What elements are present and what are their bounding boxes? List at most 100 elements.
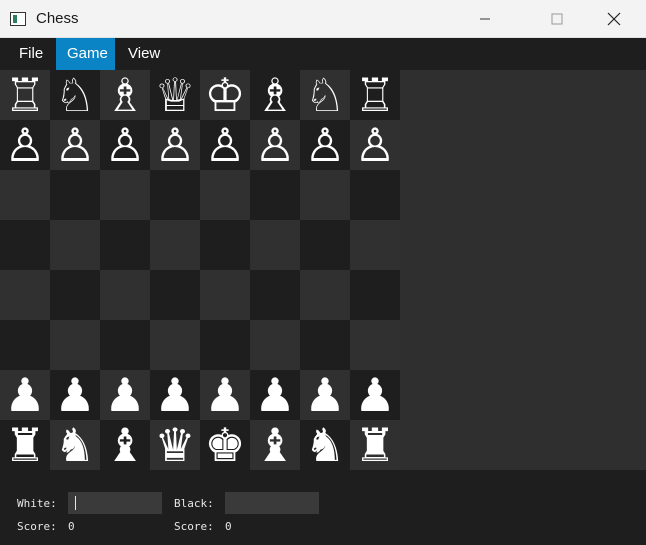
chess-piece[interactable]: ♟ bbox=[54, 370, 95, 420]
square-h6[interactable] bbox=[350, 170, 400, 220]
square-g2[interactable]: ♟ bbox=[300, 370, 350, 420]
chess-piece[interactable]: ♟ bbox=[104, 370, 145, 420]
square-g7[interactable]: ♙ bbox=[300, 120, 350, 170]
square-g4[interactable] bbox=[300, 270, 350, 320]
square-g1[interactable]: ♞ bbox=[300, 420, 350, 470]
square-a4[interactable] bbox=[0, 270, 50, 320]
chess-piece[interactable]: ♟ bbox=[304, 370, 345, 420]
chess-piece[interactable]: ♗ bbox=[254, 70, 295, 120]
square-e5[interactable] bbox=[200, 220, 250, 270]
chess-piece[interactable]: ♟ bbox=[204, 370, 245, 420]
square-b8[interactable]: ♘ bbox=[50, 70, 100, 120]
square-e8[interactable]: ♔ bbox=[200, 70, 250, 120]
square-a3[interactable] bbox=[0, 320, 50, 370]
square-h8[interactable]: ♖ bbox=[350, 70, 400, 120]
square-d7[interactable]: ♙ bbox=[150, 120, 200, 170]
square-a7[interactable]: ♙ bbox=[0, 120, 50, 170]
square-e2[interactable]: ♟ bbox=[200, 370, 250, 420]
square-g5[interactable] bbox=[300, 220, 350, 270]
square-a6[interactable] bbox=[0, 170, 50, 220]
square-f1[interactable]: ♝ bbox=[250, 420, 300, 470]
chess-piece[interactable]: ♞ bbox=[54, 420, 95, 470]
square-f7[interactable]: ♙ bbox=[250, 120, 300, 170]
square-d1[interactable]: ♛ bbox=[150, 420, 200, 470]
chess-board[interactable]: ♖ ♘ ♗ ♕ ♔ ♗ ♘ ♖ ♙ ♙ ♙ ♙ ♙ ♙ ♙ ♙ ♟ ♟ ♟ ♟ ♟ ♟ ♟ ♟ ♜ ♞ ♝ ♛ ♚ ♝ ♞ ♜ bbox=[0, 70, 400, 470]
chess-piece[interactable]: ♕ bbox=[154, 70, 195, 120]
square-g6[interactable] bbox=[300, 170, 350, 220]
square-b6[interactable] bbox=[50, 170, 100, 220]
chess-piece[interactable]: ♚ bbox=[204, 420, 245, 470]
chess-piece[interactable]: ♙ bbox=[4, 120, 45, 170]
square-e3[interactable] bbox=[200, 320, 250, 370]
square-f2[interactable]: ♟ bbox=[250, 370, 300, 420]
square-c7[interactable]: ♙ bbox=[100, 120, 150, 170]
square-f6[interactable] bbox=[250, 170, 300, 220]
close-button[interactable] bbox=[591, 0, 637, 38]
square-b2[interactable]: ♟ bbox=[50, 370, 100, 420]
square-f8[interactable]: ♗ bbox=[250, 70, 300, 120]
menu-game[interactable]: Game bbox=[56, 38, 115, 70]
square-b1[interactable]: ♞ bbox=[50, 420, 100, 470]
square-a8[interactable]: ♖ bbox=[0, 70, 50, 120]
square-a2[interactable]: ♟ bbox=[0, 370, 50, 420]
chess-piece[interactable]: ♛ bbox=[154, 420, 195, 470]
square-h3[interactable] bbox=[350, 320, 400, 370]
chess-piece[interactable]: ♘ bbox=[54, 70, 95, 120]
white-player-input[interactable] bbox=[68, 492, 162, 514]
square-c4[interactable] bbox=[100, 270, 150, 320]
chess-piece[interactable]: ♟ bbox=[354, 370, 395, 420]
chess-piece[interactable]: ♙ bbox=[304, 120, 345, 170]
chess-piece[interactable]: ♔ bbox=[204, 70, 245, 120]
black-player-input[interactable] bbox=[225, 492, 319, 514]
square-b5[interactable] bbox=[50, 220, 100, 270]
square-b7[interactable]: ♙ bbox=[50, 120, 100, 170]
square-d3[interactable] bbox=[150, 320, 200, 370]
menu-file[interactable]: File bbox=[8, 38, 54, 70]
chess-piece[interactable]: ♗ bbox=[104, 70, 145, 120]
square-c3[interactable] bbox=[100, 320, 150, 370]
chess-piece[interactable]: ♙ bbox=[354, 120, 395, 170]
square-e7[interactable]: ♙ bbox=[200, 120, 250, 170]
square-d2[interactable]: ♟ bbox=[150, 370, 200, 420]
square-g3[interactable] bbox=[300, 320, 350, 370]
square-c8[interactable]: ♗ bbox=[100, 70, 150, 120]
chess-piece[interactable]: ♟ bbox=[154, 370, 195, 420]
square-a1[interactable]: ♜ bbox=[0, 420, 50, 470]
square-d4[interactable] bbox=[150, 270, 200, 320]
square-c5[interactable] bbox=[100, 220, 150, 270]
chess-piece[interactable]: ♙ bbox=[54, 120, 95, 170]
square-f5[interactable] bbox=[250, 220, 300, 270]
square-h1[interactable]: ♜ bbox=[350, 420, 400, 470]
square-d8[interactable]: ♕ bbox=[150, 70, 200, 120]
square-h7[interactable]: ♙ bbox=[350, 120, 400, 170]
square-f3[interactable] bbox=[250, 320, 300, 370]
chess-piece[interactable]: ♙ bbox=[254, 120, 295, 170]
square-b4[interactable] bbox=[50, 270, 100, 320]
chess-piece[interactable]: ♟ bbox=[254, 370, 295, 420]
chess-piece[interactable]: ♖ bbox=[4, 70, 45, 120]
square-d6[interactable] bbox=[150, 170, 200, 220]
chess-piece[interactable]: ♜ bbox=[4, 420, 45, 470]
chess-piece[interactable]: ♙ bbox=[204, 120, 245, 170]
square-h5[interactable] bbox=[350, 220, 400, 270]
maximize-button[interactable] bbox=[534, 0, 580, 38]
square-g8[interactable]: ♘ bbox=[300, 70, 350, 120]
chess-piece[interactable]: ♜ bbox=[354, 420, 395, 470]
square-c2[interactable]: ♟ bbox=[100, 370, 150, 420]
square-h2[interactable]: ♟ bbox=[350, 370, 400, 420]
chess-piece[interactable]: ♝ bbox=[254, 420, 295, 470]
menu-view[interactable]: View bbox=[117, 38, 171, 70]
chess-piece[interactable]: ♞ bbox=[304, 420, 345, 470]
chess-piece[interactable]: ♖ bbox=[354, 70, 395, 120]
chess-piece[interactable]: ♘ bbox=[304, 70, 345, 120]
square-a5[interactable] bbox=[0, 220, 50, 270]
square-d5[interactable] bbox=[150, 220, 200, 270]
square-h4[interactable] bbox=[350, 270, 400, 320]
chess-piece[interactable]: ♙ bbox=[104, 120, 145, 170]
square-e4[interactable] bbox=[200, 270, 250, 320]
chess-piece[interactable]: ♝ bbox=[104, 420, 145, 470]
chess-piece[interactable]: ♟ bbox=[4, 370, 45, 420]
square-e6[interactable] bbox=[200, 170, 250, 220]
square-c6[interactable] bbox=[100, 170, 150, 220]
minimize-button[interactable] bbox=[462, 0, 508, 38]
